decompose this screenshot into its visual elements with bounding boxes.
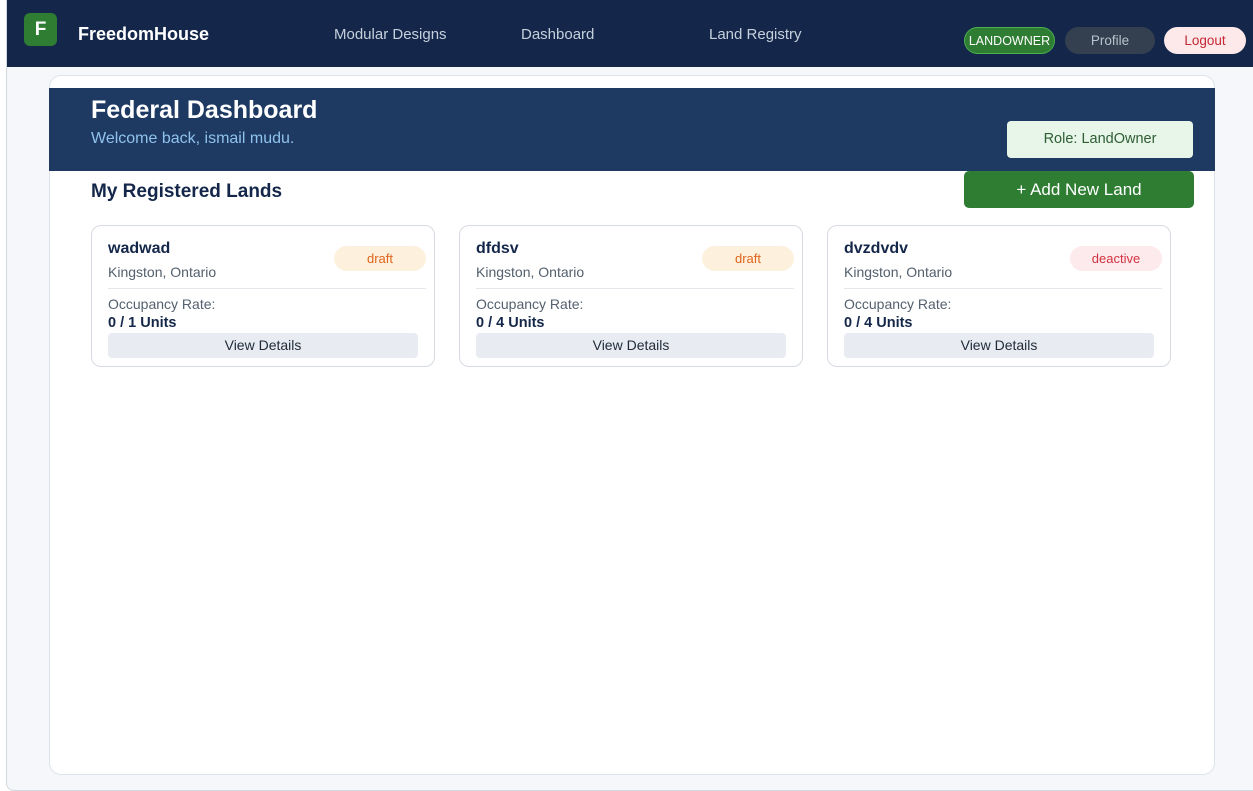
brand-logo-icon[interactable]: F — [24, 13, 57, 46]
card-divider — [476, 288, 794, 289]
land-name: wadwad — [108, 240, 171, 257]
profile-button[interactable]: Profile — [1065, 27, 1155, 54]
view-details-button[interactable]: View Details — [844, 333, 1154, 358]
land-card: dfdsv Kingston, Ontario draft Occupancy … — [459, 225, 803, 367]
occupancy-value: 0 / 4 Units — [844, 315, 913, 331]
section-title: My Registered Lands — [91, 181, 283, 202]
occupancy-value: 0 / 1 Units — [108, 315, 177, 331]
dashboard-banner: Federal Dashboard Welcome back, ismail m… — [49, 88, 1215, 171]
nav-link-modular-designs[interactable]: Modular Designs — [334, 26, 447, 43]
status-badge: draft — [334, 246, 426, 271]
logout-button[interactable]: Logout — [1164, 27, 1246, 54]
nav-link-dashboard[interactable]: Dashboard — [521, 26, 594, 43]
land-location: Kingston, Ontario — [108, 264, 217, 280]
nav-link-land-registry[interactable]: Land Registry — [709, 26, 802, 43]
land-location: Kingston, Ontario — [844, 264, 953, 280]
view-details-button[interactable]: View Details — [476, 333, 786, 358]
card-divider — [108, 288, 426, 289]
land-card: dvzdvdv Kingston, Ontario deactive Occup… — [827, 225, 1171, 367]
land-name: dvzdvdv — [844, 240, 909, 257]
land-location: Kingston, Ontario — [476, 264, 585, 280]
land-name: dfdsv — [476, 240, 519, 257]
page-title: Federal Dashboard — [91, 96, 318, 124]
status-badge: draft — [702, 246, 794, 271]
top-navigation-bar: F FreedomHouse Modular Designs Dashboard… — [7, 0, 1253, 67]
role-badge: LANDOWNER — [964, 27, 1055, 54]
welcome-message: Welcome back, ismail mudu. — [91, 130, 295, 147]
occupancy-label: Occupancy Rate: — [476, 296, 584, 312]
view-details-button[interactable]: View Details — [108, 333, 418, 358]
occupancy-label: Occupancy Rate: — [108, 296, 216, 312]
occupancy-value: 0 / 4 Units — [476, 315, 545, 331]
brand-name[interactable]: FreedomHouse — [78, 24, 209, 45]
land-card: wadwad Kingston, Ontario draft Occupancy… — [91, 225, 435, 367]
card-divider — [844, 288, 1162, 289]
add-new-land-button[interactable]: + Add New Land — [964, 171, 1194, 208]
app-window: F FreedomHouse Modular Designs Dashboard… — [6, 0, 1253, 791]
role-chip: Role: LandOwner — [1007, 121, 1193, 158]
occupancy-label: Occupancy Rate: — [844, 296, 952, 312]
status-badge: deactive — [1070, 246, 1162, 271]
